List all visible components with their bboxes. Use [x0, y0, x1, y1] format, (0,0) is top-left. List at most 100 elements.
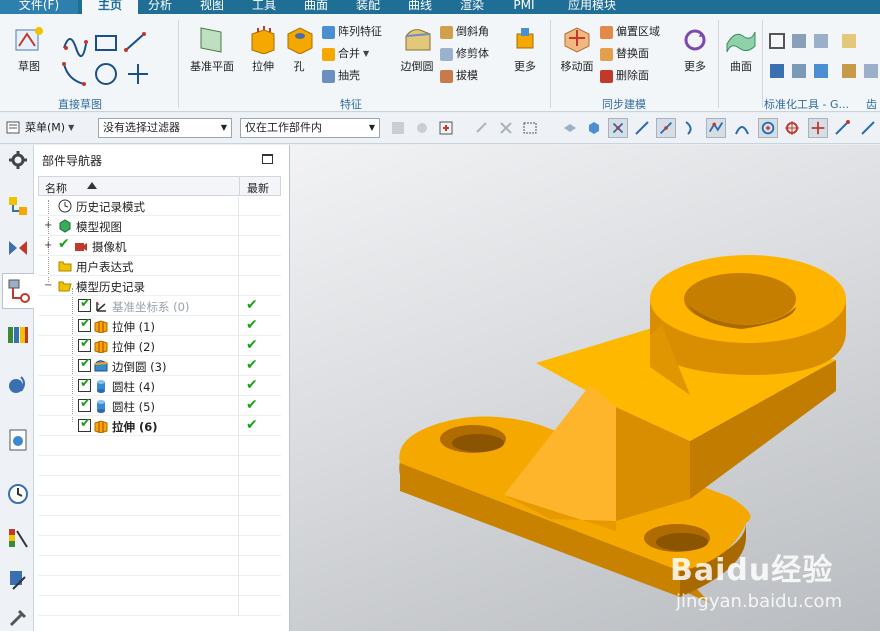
tab-surface[interactable]: 曲面	[296, 0, 336, 14]
web-browser-icon[interactable]	[7, 373, 29, 395]
hole-button[interactable]: 孔	[276, 24, 322, 74]
tab-analysis[interactable]: 分析	[140, 0, 180, 14]
tree-row-extrude-1[interactable]: ✔ 拉伸 (1) ✔	[38, 316, 281, 336]
snap-control-point-icon[interactable]	[656, 118, 676, 138]
visibility-checkbox[interactable]: ✔	[78, 356, 91, 372]
tab-home[interactable]: 主页	[82, 0, 138, 14]
collapse-icon[interactable]: −	[44, 280, 52, 291]
column-divider	[238, 376, 239, 396]
body-select-icon[interactable]	[586, 120, 602, 136]
snap-line-icon[interactable]	[834, 120, 850, 136]
navigator-column-header: 名称 最新	[38, 176, 281, 196]
tab-curve[interactable]: 曲线	[400, 0, 440, 14]
draft-button[interactable]: 拔模	[440, 66, 478, 86]
column-divider[interactable]	[239, 177, 240, 195]
part-navigator-tab[interactable]	[2, 273, 34, 309]
select-feature-tree-icon[interactable]	[498, 120, 514, 136]
tree-row-extrude-6[interactable]: ✔ 拉伸 (6) ✔	[38, 416, 281, 436]
column-divider	[238, 536, 239, 556]
snap-center-icon[interactable]	[758, 118, 778, 138]
datum-plane-button[interactable]: 基准平面	[186, 24, 238, 74]
snap-endpoint-icon[interactable]	[608, 118, 628, 138]
replace-face-button[interactable]: 替换面	[600, 44, 649, 64]
tab-assembly[interactable]: 装配	[348, 0, 388, 14]
feature-group-label: 特征	[340, 98, 362, 111]
move-face-button[interactable]: 移动面	[554, 24, 600, 74]
selection-filter-dropdown[interactable]: 没有选择过滤器 ▼	[98, 118, 232, 138]
unite-button[interactable]: 合并 ▼	[322, 44, 369, 64]
visibility-checkbox[interactable]: ✔	[78, 316, 91, 332]
tree-row-extrude-2[interactable]: ✔ 拉伸 (2) ✔	[38, 336, 281, 356]
chamfer-button[interactable]: 倒斜角	[440, 22, 489, 42]
tab-view[interactable]: 视图	[192, 0, 232, 14]
graphics-viewport[interactable]: Baidu经验 jingyan.baidu.com	[290, 145, 880, 631]
system-materials-icon[interactable]	[7, 527, 29, 549]
standard-tools-icon[interactable]	[768, 30, 878, 90]
visibility-checkbox[interactable]: ✔	[78, 396, 91, 412]
tab-file[interactable]: 文件(F)	[0, 0, 78, 14]
visibility-checkbox[interactable]: ✔	[78, 336, 91, 352]
tab-pmi[interactable]: PMI	[504, 0, 544, 14]
tree-row-label: 历史记录模式	[76, 200, 145, 214]
tree-row-cylinder-4[interactable]: ✔ 圆柱 (4) ✔	[38, 376, 281, 396]
tab-application[interactable]: 应用模块	[556, 0, 628, 14]
tree-row-model-history[interactable]: − 模型历史记录	[38, 276, 281, 296]
tab-tools[interactable]: 工具	[244, 0, 284, 14]
constraint-navigator-icon[interactable]	[7, 237, 29, 259]
visibility-checkbox[interactable]: ✔	[78, 376, 91, 392]
snap-arc-center-icon[interactable]	[734, 120, 750, 136]
snap-curve-point-icon[interactable]	[706, 118, 726, 138]
select-body-icon[interactable]	[414, 120, 430, 136]
snap-tool-icon[interactable]	[474, 120, 490, 136]
gear-icon[interactable]	[7, 149, 29, 171]
pattern-feature-button[interactable]: 阵列特征	[322, 22, 382, 42]
rectangle-select-icon[interactable]	[522, 120, 538, 136]
column-name-header[interactable]: 名称	[45, 180, 67, 196]
tree-row-datum-csys[interactable]: ✔ 基准坐标系 (0) ✔	[38, 296, 281, 316]
shell-button[interactable]: 抽壳	[322, 66, 360, 86]
history-palette-icon[interactable]	[7, 429, 29, 451]
snap-quadrant-icon[interactable]	[784, 120, 800, 136]
maximize-icon[interactable]	[262, 154, 273, 164]
visibility-checkbox[interactable]: ✔	[78, 416, 91, 432]
tree-row-cylinder-5[interactable]: ✔ 圆柱 (5) ✔	[38, 396, 281, 416]
tools-icon[interactable]	[7, 607, 29, 629]
expand-icon[interactable]: +	[44, 240, 52, 251]
snap-point-icon[interactable]	[438, 120, 454, 136]
tree-row-camera[interactable]: + ✔ 摄像机	[38, 236, 281, 256]
clock-icon[interactable]	[7, 483, 29, 505]
assembly-navigator-icon[interactable]	[7, 195, 29, 217]
tree-row-user-expressions[interactable]: 用户表达式	[38, 256, 281, 276]
unite-dropdown-icon[interactable]: ▼	[363, 44, 369, 64]
snap-cross-icon[interactable]	[808, 118, 828, 138]
edge-blend-button[interactable]: 边倒圆	[394, 24, 440, 74]
role-icon[interactable]	[7, 569, 29, 591]
visibility-checkbox[interactable]: ✔	[78, 296, 91, 312]
tree-row-history-mode[interactable]: 历史记录模式	[38, 196, 281, 216]
snap-intersection-icon[interactable]	[682, 120, 698, 136]
tree-row-edge-blend-3[interactable]: ✔ 边倒圆 (3) ✔	[38, 356, 281, 376]
surface-button[interactable]: 曲面	[718, 24, 764, 74]
tab-render[interactable]: 渲染	[452, 0, 492, 14]
select-feature-icon[interactable]	[390, 120, 406, 136]
latest-check-icon: ✔	[246, 357, 258, 373]
feature-more-button[interactable]: 更多	[502, 24, 548, 74]
column-divider	[238, 396, 239, 416]
delete-face-button[interactable]: 删除面	[600, 66, 649, 86]
sketch-button[interactable]: 草图	[6, 24, 52, 74]
sketch-curve-tools-icon[interactable]	[60, 28, 160, 88]
snap-more-icon[interactable]	[860, 120, 876, 136]
latest-check-icon: ✔	[246, 297, 258, 313]
check-icon: ✔	[80, 336, 91, 351]
menu-button[interactable]: 菜单(M) ▼	[6, 119, 74, 137]
expand-icon[interactable]: +	[44, 220, 52, 231]
face-select-icon[interactable]	[562, 120, 578, 136]
reuse-library-icon[interactable]	[7, 323, 29, 345]
sync-more-button[interactable]: 更多	[672, 24, 718, 74]
trim-body-button[interactable]: 修剪体	[440, 44, 489, 64]
column-latest-header[interactable]: 最新	[247, 180, 269, 196]
selection-scope-dropdown[interactable]: 仅在工作部件内 ▼	[240, 118, 380, 138]
snap-midpoint-icon[interactable]	[634, 120, 650, 136]
tree-row-model-views[interactable]: + 模型视图	[38, 216, 281, 236]
offset-region-button[interactable]: 偏置区域	[600, 22, 660, 42]
